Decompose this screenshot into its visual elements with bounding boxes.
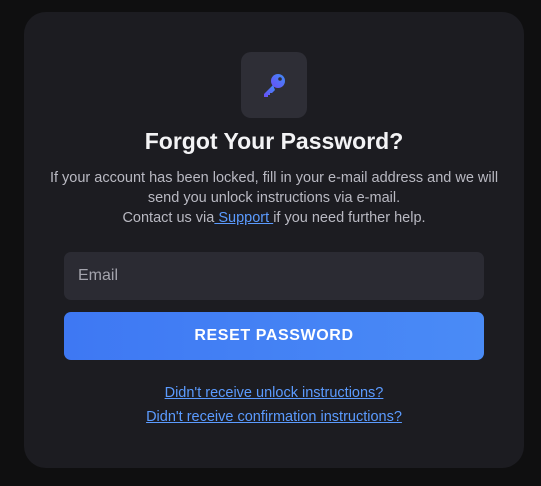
contact-prefix: Contact us via: [122, 210, 215, 226]
description-text: If your account has been locked, fill in…: [49, 170, 499, 206]
unlock-instructions-link[interactable]: Didn't receive unlock instructions?: [165, 385, 384, 401]
page-title: Forgot Your Password?: [144, 128, 404, 154]
confirmation-instructions-link[interactable]: Didn't receive confirmation instructions…: [146, 409, 402, 425]
contact-line: Contact us via Support if you need furth…: [44, 208, 504, 228]
support-link[interactable]: Support: [214, 210, 273, 226]
description: If your account has been locked, fill in…: [44, 168, 504, 228]
unlock-link-row: Didn't receive unlock instructions?: [24, 385, 524, 401]
email-field[interactable]: [64, 252, 484, 300]
forgot-password-card: Forgot Your Password? If your account ha…: [24, 12, 524, 468]
confirmation-link-row: Didn't receive confirmation instructions…: [24, 409, 524, 425]
reset-password-button[interactable]: RESET PASSWORD: [64, 312, 484, 360]
key-icon: [264, 74, 285, 97]
key-icon-tile: [241, 52, 307, 118]
contact-suffix: if you need further help.: [273, 210, 426, 226]
